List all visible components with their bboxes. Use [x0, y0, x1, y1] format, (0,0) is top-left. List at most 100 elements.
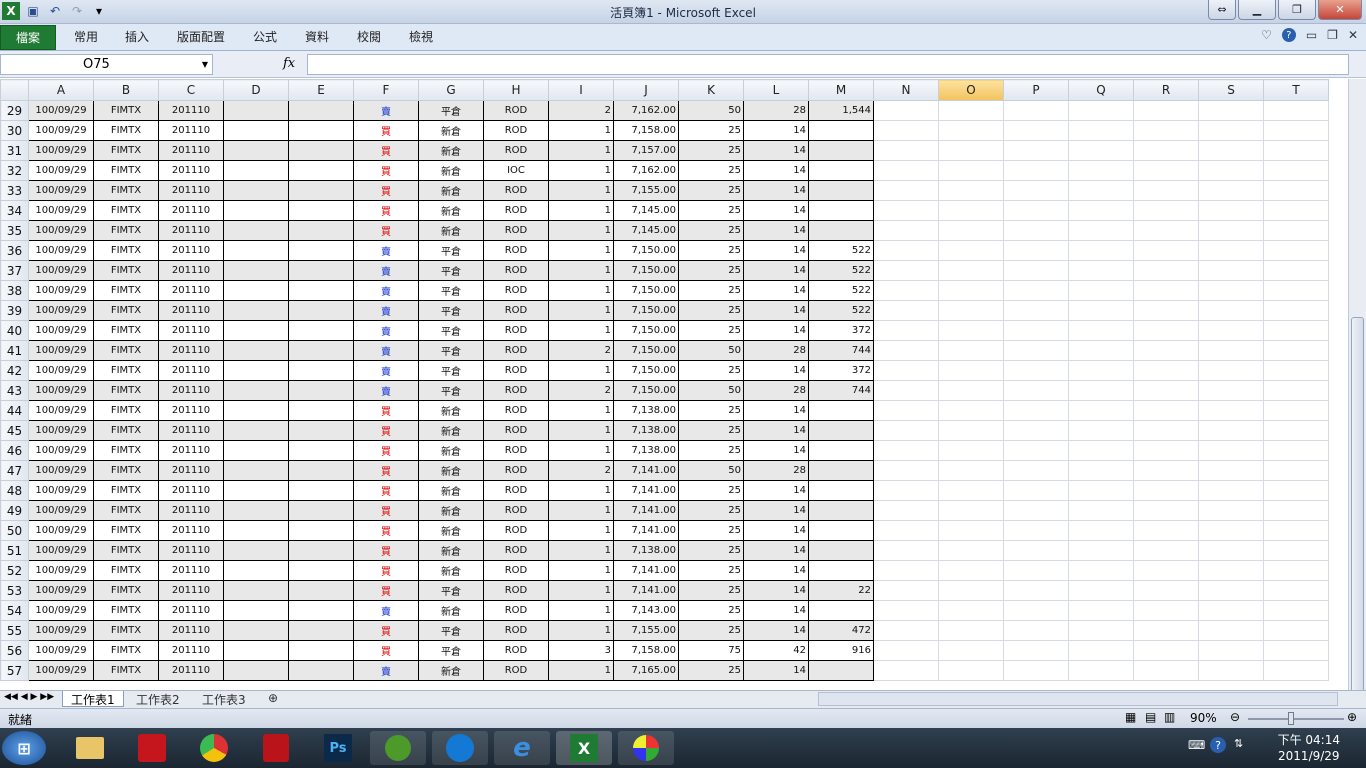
- empty-cell[interactable]: [1198, 380, 1264, 401]
- cell-d[interactable]: [223, 220, 289, 241]
- cell-m[interactable]: [808, 480, 874, 501]
- empty-cell[interactable]: [1068, 480, 1134, 501]
- cell-e[interactable]: [288, 160, 354, 181]
- tab-insert[interactable]: 插入: [125, 28, 149, 45]
- cell-k[interactable]: 25: [678, 420, 744, 441]
- empty-cell[interactable]: [873, 320, 939, 341]
- empty-cell[interactable]: [1003, 300, 1069, 321]
- cell-h[interactable]: IOC: [483, 160, 549, 181]
- row-header[interactable]: 45: [0, 420, 29, 441]
- row-header[interactable]: 40: [0, 320, 29, 341]
- cell-l[interactable]: 14: [743, 220, 809, 241]
- empty-cell[interactable]: [1133, 140, 1199, 161]
- empty-cell[interactable]: [938, 140, 1004, 161]
- cell-f[interactable]: 買: [353, 560, 419, 581]
- empty-cell[interactable]: [938, 360, 1004, 381]
- teamviewer-icon[interactable]: [432, 731, 488, 765]
- column-header-s[interactable]: S: [1198, 79, 1264, 101]
- file-explorer-icon[interactable]: [64, 731, 116, 765]
- cell-c[interactable]: 201110: [158, 380, 224, 401]
- cell-a[interactable]: 100/09/29: [28, 220, 94, 241]
- cell-g[interactable]: 新倉: [418, 540, 484, 561]
- name-box[interactable]: O75 ▼: [0, 54, 213, 75]
- cell-h[interactable]: ROD: [483, 580, 549, 601]
- empty-cell[interactable]: [1198, 340, 1264, 361]
- cell-h[interactable]: ROD: [483, 560, 549, 581]
- empty-cell[interactable]: [1068, 240, 1134, 261]
- column-header-k[interactable]: K: [678, 79, 744, 101]
- cell-f[interactable]: 賣: [353, 360, 419, 381]
- empty-cell[interactable]: [1068, 180, 1134, 201]
- cell-i[interactable]: 1: [548, 360, 614, 381]
- cell-e[interactable]: [288, 180, 354, 201]
- empty-cell[interactable]: [1133, 360, 1199, 381]
- column-header-h[interactable]: H: [483, 79, 549, 101]
- cell-e[interactable]: [288, 500, 354, 521]
- cell-e[interactable]: [288, 460, 354, 481]
- empty-cell[interactable]: [1003, 420, 1069, 441]
- tab-home[interactable]: 常用: [74, 28, 98, 45]
- empty-cell[interactable]: [1263, 560, 1329, 581]
- cell-i[interactable]: 3: [548, 640, 614, 661]
- empty-cell[interactable]: [938, 460, 1004, 481]
- cell-m[interactable]: [808, 160, 874, 181]
- cell-g[interactable]: 新倉: [418, 180, 484, 201]
- empty-cell[interactable]: [1068, 640, 1134, 661]
- empty-cell[interactable]: [1133, 400, 1199, 421]
- empty-cell[interactable]: [1263, 180, 1329, 201]
- empty-cell[interactable]: [1263, 380, 1329, 401]
- empty-cell[interactable]: [1003, 560, 1069, 581]
- empty-cell[interactable]: [1263, 360, 1329, 381]
- cell-j[interactable]: 7,150.00: [613, 380, 679, 401]
- cell-c[interactable]: 201110: [158, 440, 224, 461]
- cell-k[interactable]: 25: [678, 240, 744, 261]
- close-button[interactable]: ✕: [1318, 0, 1362, 20]
- cell-j[interactable]: 7,141.00: [613, 500, 679, 521]
- column-header-d[interactable]: D: [223, 79, 289, 101]
- cell-b[interactable]: FIMTX: [93, 140, 159, 161]
- row-header[interactable]: 57: [0, 660, 29, 681]
- cell-f[interactable]: 賣: [353, 380, 419, 401]
- cell-h[interactable]: ROD: [483, 640, 549, 661]
- cell-i[interactable]: 1: [548, 660, 614, 681]
- empty-cell[interactable]: [1198, 640, 1264, 661]
- empty-cell[interactable]: [1133, 100, 1199, 121]
- cell-h[interactable]: ROD: [483, 280, 549, 301]
- column-header-c[interactable]: C: [158, 79, 224, 101]
- cell-k[interactable]: 50: [678, 460, 744, 481]
- cell-g[interactable]: 新倉: [418, 600, 484, 621]
- empty-cell[interactable]: [1003, 400, 1069, 421]
- empty-cell[interactable]: [1068, 600, 1134, 621]
- cell-i[interactable]: 2: [548, 340, 614, 361]
- cell-b[interactable]: FIMTX: [93, 640, 159, 661]
- workbook-minimize-icon[interactable]: ▭: [1306, 28, 1317, 42]
- cell-g[interactable]: 平倉: [418, 280, 484, 301]
- cell-h[interactable]: ROD: [483, 340, 549, 361]
- empty-cell[interactable]: [1263, 600, 1329, 621]
- cell-l[interactable]: 14: [743, 540, 809, 561]
- cell-f[interactable]: 買: [353, 180, 419, 201]
- cell-j[interactable]: 7,158.00: [613, 120, 679, 141]
- empty-cell[interactable]: [1068, 100, 1134, 121]
- empty-cell[interactable]: [1068, 660, 1134, 681]
- empty-cell[interactable]: [1263, 420, 1329, 441]
- empty-cell[interactable]: [1263, 240, 1329, 261]
- cell-b[interactable]: FIMTX: [93, 340, 159, 361]
- cell-b[interactable]: FIMTX: [93, 220, 159, 241]
- row-header[interactable]: 48: [0, 480, 29, 501]
- cell-f[interactable]: 買: [353, 420, 419, 441]
- empty-cell[interactable]: [1263, 260, 1329, 281]
- cell-h[interactable]: ROD: [483, 660, 549, 681]
- empty-cell[interactable]: [873, 620, 939, 641]
- cell-d[interactable]: [223, 640, 289, 661]
- column-header-a[interactable]: A: [28, 79, 94, 101]
- cell-l[interactable]: 14: [743, 520, 809, 541]
- cell-l[interactable]: 14: [743, 440, 809, 461]
- cell-g[interactable]: 平倉: [418, 300, 484, 321]
- empty-cell[interactable]: [1068, 140, 1134, 161]
- empty-cell[interactable]: [938, 260, 1004, 281]
- cell-d[interactable]: [223, 460, 289, 481]
- cell-j[interactable]: 7,158.00: [613, 640, 679, 661]
- cell-k[interactable]: 25: [678, 660, 744, 681]
- row-header[interactable]: 43: [0, 380, 29, 401]
